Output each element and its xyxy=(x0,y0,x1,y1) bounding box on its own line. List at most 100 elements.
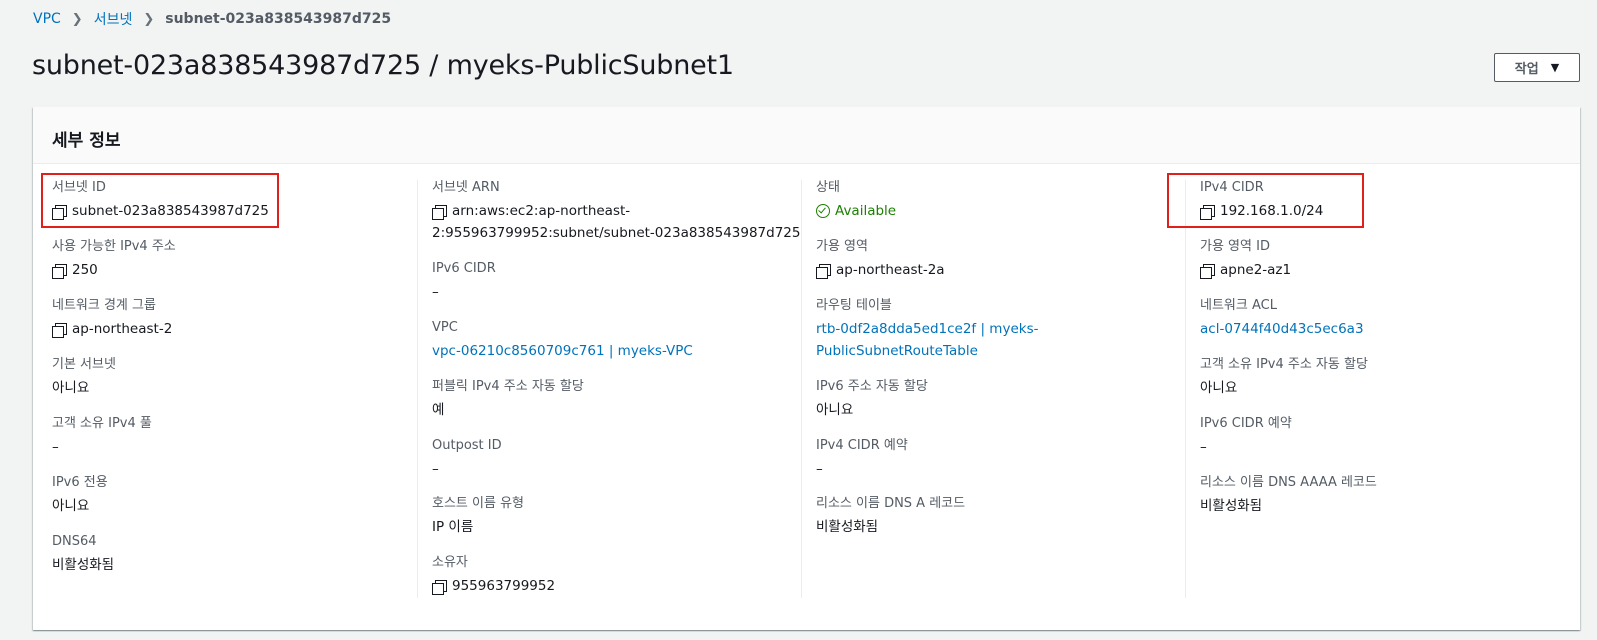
subnet-id-value: subnet-023a838543987d725 xyxy=(72,203,269,219)
breadcrumb: VPC ❯ 서브넷 ❯ subnet-023a838543987d725 xyxy=(33,9,391,29)
field-label: 상태 xyxy=(816,180,840,195)
field-value: arn:aws:ec2:ap-northeast- 2:955963799952… xyxy=(432,200,812,244)
field-availability-zone-id: 가용 영역 ID apne2-az1 xyxy=(1200,239,1291,281)
field-value: apne2-az1 xyxy=(1200,259,1291,281)
field-label: 고객 소유 IPv4 주소 자동 할당 xyxy=(1200,357,1368,372)
dns-a-record-value: 비활성화됨 xyxy=(816,519,879,535)
auto-assign-ipv6-value: 아니요 xyxy=(816,402,854,418)
copy-icon[interactable] xyxy=(1200,264,1215,279)
route-table-link[interactable]: rtb-0df2a8dda5ed1ce2f | myeks- PublicSub… xyxy=(816,318,1038,362)
field-label: 가용 영역 xyxy=(816,239,868,254)
breadcrumb-subnets-link[interactable]: 서브넷 xyxy=(94,9,133,29)
customer-owned-ipv4-auto-assign-value: 아니요 xyxy=(1200,380,1238,396)
field-hostname-type: 호스트 이름 유형 IP 이름 xyxy=(432,496,524,538)
field-default-subnet: 기본 서브넷 아니요 xyxy=(52,357,116,399)
ipv6-cidr-value: – xyxy=(432,284,439,300)
field-label: IPv6 전용 xyxy=(52,475,108,490)
field-label: 호스트 이름 유형 xyxy=(432,496,524,511)
field-availability-zone: 가용 영역 ap-northeast-2a xyxy=(816,239,945,281)
field-value: 250 xyxy=(52,259,176,281)
chevron-right-icon: ❯ xyxy=(143,11,155,27)
field-network-acl: 네트워크 ACL acl-0744f40d43c5ec6a3 xyxy=(1200,298,1364,340)
copy-icon[interactable] xyxy=(52,264,67,279)
field-label: VPC xyxy=(432,320,458,335)
field-network-border-group: 네트워크 경계 그룹 ap-northeast-2 xyxy=(52,298,172,340)
field-state: 상태 Available xyxy=(816,180,896,222)
details-column-2: 서브넷 ARN arn:aws:ec2:ap-northeast- 2:9559… xyxy=(417,180,801,598)
field-customer-owned-ipv4-auto-assign: 고객 소유 IPv4 주소 자동 할당 아니요 xyxy=(1200,357,1368,399)
field-label: 기본 서브넷 xyxy=(52,357,116,372)
copy-icon[interactable] xyxy=(432,205,447,220)
default-subnet-value: 아니요 xyxy=(52,380,90,396)
field-value: 955963799952 xyxy=(432,575,555,597)
field-label: IPv6 CIDR xyxy=(432,261,496,276)
field-value: 192.168.1.0/24 xyxy=(1200,200,1323,222)
field-owner: 소유자 955963799952 xyxy=(432,555,555,597)
network-border-group-value: ap-northeast-2 xyxy=(72,321,173,337)
route-table-line-2: PublicSubnetRouteTable xyxy=(816,343,978,359)
caret-down-icon: ▼ xyxy=(1550,61,1560,74)
dns64-value: 비활성화됨 xyxy=(52,557,115,573)
outpost-id-value: – xyxy=(432,461,439,477)
field-dns64: DNS64 비활성화됨 xyxy=(52,534,114,576)
ipv6-only-value: 아니요 xyxy=(52,498,90,514)
breadcrumb-vpc-link[interactable]: VPC xyxy=(33,11,61,27)
field-label: 퍼블릭 IPv4 주소 자동 할당 xyxy=(432,379,584,394)
field-label: 사용 가능한 IPv4 주소 xyxy=(52,239,176,254)
hostname-type-value: IP 이름 xyxy=(432,519,474,535)
field-value: ap-northeast-2a xyxy=(816,259,945,281)
field-label: IPv4 CIDR 예약 xyxy=(816,438,908,453)
field-label: 서브넷 ID xyxy=(52,180,106,195)
subnet-arn-value: arn:aws:ec2:ap-northeast- 2:955963799952… xyxy=(432,200,812,244)
ipv4-cidr-value: 192.168.1.0/24 xyxy=(1220,203,1324,219)
actions-button[interactable]: 작업 ▼ xyxy=(1494,53,1580,82)
panel-title: 세부 정보 xyxy=(33,107,1580,164)
field-label: 소유자 xyxy=(432,555,468,570)
field-customer-owned-ipv4-pool: 고객 소유 IPv4 풀 – xyxy=(52,416,152,458)
chevron-right-icon: ❯ xyxy=(71,11,83,27)
page-title: subnet-023a838543987d725 / myeks-PublicS… xyxy=(32,50,734,81)
field-label: IPv6 주소 자동 할당 xyxy=(816,379,928,394)
network-acl-link[interactable]: acl-0744f40d43c5ec6a3 xyxy=(1200,318,1364,340)
actions-button-label: 작업 xyxy=(1514,62,1539,77)
subnet-arn-line-1: arn:aws:ec2:ap-northeast- xyxy=(452,203,631,219)
details-column-3: 상태 Available 가용 영역 ap-northeast-2a 라우팅 테… xyxy=(801,180,1185,598)
route-table-line-1: rtb-0df2a8dda5ed1ce2f | myeks- xyxy=(816,321,1039,337)
field-label: Outpost ID xyxy=(432,438,502,453)
field-dns-aaaa-record: 리소스 이름 DNS AAAA 레코드 비활성화됨 xyxy=(1200,475,1377,517)
field-auto-assign-ipv6: IPv6 주소 자동 할당 아니요 xyxy=(816,379,928,421)
vpc-link[interactable]: vpc-06210c8560709c761 | myeks-VPC xyxy=(432,340,693,362)
auto-assign-public-ipv4-value: 예 xyxy=(432,402,445,418)
copy-icon[interactable] xyxy=(52,205,67,220)
status-check-icon xyxy=(816,204,830,218)
ipv4-cidr-reservation-value: – xyxy=(816,461,823,477)
field-ipv4-cidr-reservation: IPv4 CIDR 예약 – xyxy=(816,438,908,480)
field-label: 네트워크 ACL xyxy=(1200,298,1277,313)
dns-aaaa-record-value: 비활성화됨 xyxy=(1200,498,1263,514)
copy-icon[interactable] xyxy=(816,264,831,279)
availability-zone-value: ap-northeast-2a xyxy=(836,262,945,278)
details-columns: 서브넷 ID subnet-023a838543987d725 사용 가능한 I… xyxy=(33,180,1580,614)
copy-icon[interactable] xyxy=(52,323,67,338)
field-vpc: VPC vpc-06210c8560709c761 | myeks-VPC xyxy=(432,320,693,362)
field-ipv6-cidr: IPv6 CIDR – xyxy=(432,261,496,303)
field-label: 라우팅 테이블 xyxy=(816,298,892,313)
state-value: Available xyxy=(835,203,897,219)
details-panel: 세부 정보 서브넷 ID subnet-023a838543987d725 사용… xyxy=(33,107,1580,630)
copy-icon[interactable] xyxy=(432,580,447,595)
details-column-4: IPv4 CIDR 192.168.1.0/24 가용 영역 ID apne2-… xyxy=(1185,180,1569,598)
field-value: Available xyxy=(816,200,896,222)
field-label: 고객 소유 IPv4 풀 xyxy=(52,416,152,431)
field-outpost-id: Outpost ID – xyxy=(432,438,502,480)
owner-value: 955963799952 xyxy=(452,578,556,594)
copy-icon[interactable] xyxy=(1200,205,1215,220)
availability-zone-id-value: apne2-az1 xyxy=(1220,262,1292,278)
field-label: 리소스 이름 DNS AAAA 레코드 xyxy=(1200,475,1377,490)
details-column-1: 서브넷 ID subnet-023a838543987d725 사용 가능한 I… xyxy=(52,180,417,598)
field-ipv6-only: IPv6 전용 아니요 xyxy=(52,475,108,517)
field-auto-assign-public-ipv4: 퍼블릭 IPv4 주소 자동 할당 예 xyxy=(432,379,584,421)
field-label: 서브넷 ARN xyxy=(432,180,500,195)
breadcrumb-current: subnet-023a838543987d725 xyxy=(165,11,392,27)
field-label: 가용 영역 ID xyxy=(1200,239,1270,254)
field-value: subnet-023a838543987d725 xyxy=(52,200,269,222)
